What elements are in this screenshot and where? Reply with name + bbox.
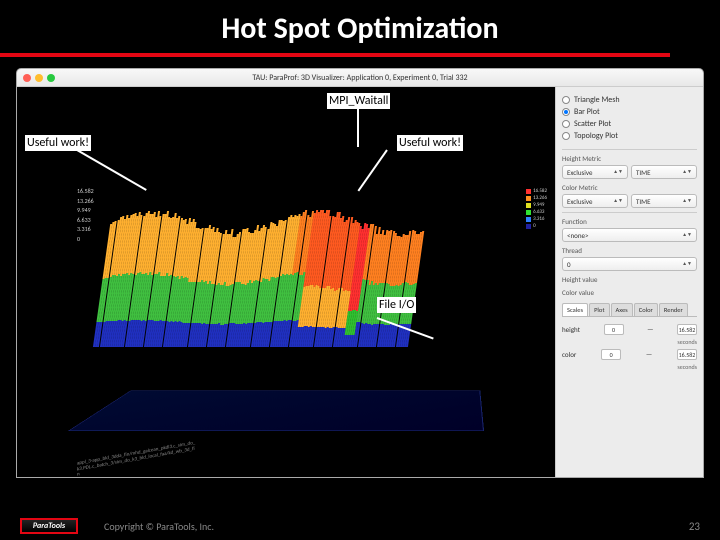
color-min[interactable]: 0 (601, 349, 621, 360)
tab-render[interactable]: Render (659, 303, 688, 316)
plot-floor (68, 391, 484, 431)
height-max[interactable]: 16.582 (677, 324, 697, 335)
height-metric-type[interactable]: Exclusive▲▼ (562, 165, 628, 179)
tick: 16.582 (77, 187, 94, 197)
arrow-line (357, 107, 359, 147)
tab-scales[interactable]: Scales (562, 303, 588, 316)
window-title: TAU: ParaProf: 3D Visualizer: Applicatio… (17, 73, 703, 83)
y-axis-ticks: 16.582 13.266 9.949 6.633 3.316 0 (77, 187, 94, 245)
color-legend: 16.582 13.266 9.949 6.633 3.316 0 (526, 187, 547, 230)
height-metric-label: Height Metric (562, 154, 697, 163)
settings-tabs: Scales Plot Axes Color Render (562, 303, 697, 317)
x-axis-labels: appl_3-app_bld_3dda_fin/mhd_galcean_pkdl… (77, 440, 197, 477)
slide-title: Hot Spot Optimization (0, 0, 720, 53)
thread-label: Thread (562, 246, 697, 255)
function-dropdown[interactable]: <none>▲▼ (562, 228, 697, 242)
tab-color[interactable]: Color (634, 303, 658, 316)
slide-footer: ParaTools Copyright © ParaTools, Inc. 23 (0, 518, 720, 534)
tick: 9.949 (77, 206, 94, 216)
annotation-useful-work-right: Useful work! (397, 135, 463, 151)
height-value-label: Height value (562, 275, 697, 284)
bar-plot-3d (93, 147, 471, 347)
height-metric-value[interactable]: TIME▲▼ (631, 165, 697, 179)
tick: 6.633 (77, 216, 94, 226)
page-number: 23 (689, 520, 700, 533)
color-metric-type[interactable]: Exclusive▲▼ (562, 194, 628, 208)
options-sidebar: Triangle Mesh Bar Plot Scatter Plot Topo… (555, 87, 703, 477)
color-metric-value[interactable]: TIME▲▼ (631, 194, 697, 208)
radio-topology-plot[interactable]: Topology Plot (562, 131, 697, 141)
radio-scatter-plot[interactable]: Scatter Plot (562, 119, 697, 129)
red-divider (0, 53, 670, 57)
tab-plot[interactable]: Plot (589, 303, 609, 316)
seconds-label: seconds (562, 363, 697, 371)
visualization-pane[interactable]: 16.582 13.266 9.949 6.633 3.316 0 16.582… (17, 87, 555, 477)
tab-axes[interactable]: Axes (611, 303, 633, 316)
height-range: height 0 — 16.582 (562, 324, 697, 335)
color-value-label: Color value (562, 288, 697, 297)
function-label: Function (562, 217, 697, 226)
height-min[interactable]: 0 (604, 324, 624, 335)
color-max[interactable]: 16.582 (677, 349, 697, 360)
radio-triangle-mesh[interactable]: Triangle Mesh (562, 95, 697, 105)
color-metric-label: Color Metric (562, 183, 697, 192)
plot-type-group: Triangle Mesh Bar Plot Scatter Plot Topo… (562, 95, 697, 141)
annotation-file-io: File I/O (377, 297, 416, 313)
tick: 0 (77, 235, 94, 245)
color-range: color 0 — 16.582 (562, 349, 697, 360)
tick: 13.266 (77, 197, 94, 207)
window-content: 16.582 13.266 9.949 6.633 3.316 0 16.582… (17, 87, 703, 477)
radio-bar-plot[interactable]: Bar Plot (562, 107, 697, 117)
seconds-label: seconds (562, 338, 697, 346)
paratools-logo: ParaTools (20, 518, 78, 534)
thread-dropdown[interactable]: 0▲▼ (562, 257, 697, 271)
tick: 3.316 (77, 225, 94, 235)
annotation-useful-work-left: Useful work! (25, 135, 91, 151)
app-window: TAU: ParaProf: 3D Visualizer: Applicatio… (16, 68, 704, 478)
copyright-text: Copyright © ParaTools, Inc. (104, 520, 214, 533)
titlebar: TAU: ParaProf: 3D Visualizer: Applicatio… (17, 69, 703, 87)
